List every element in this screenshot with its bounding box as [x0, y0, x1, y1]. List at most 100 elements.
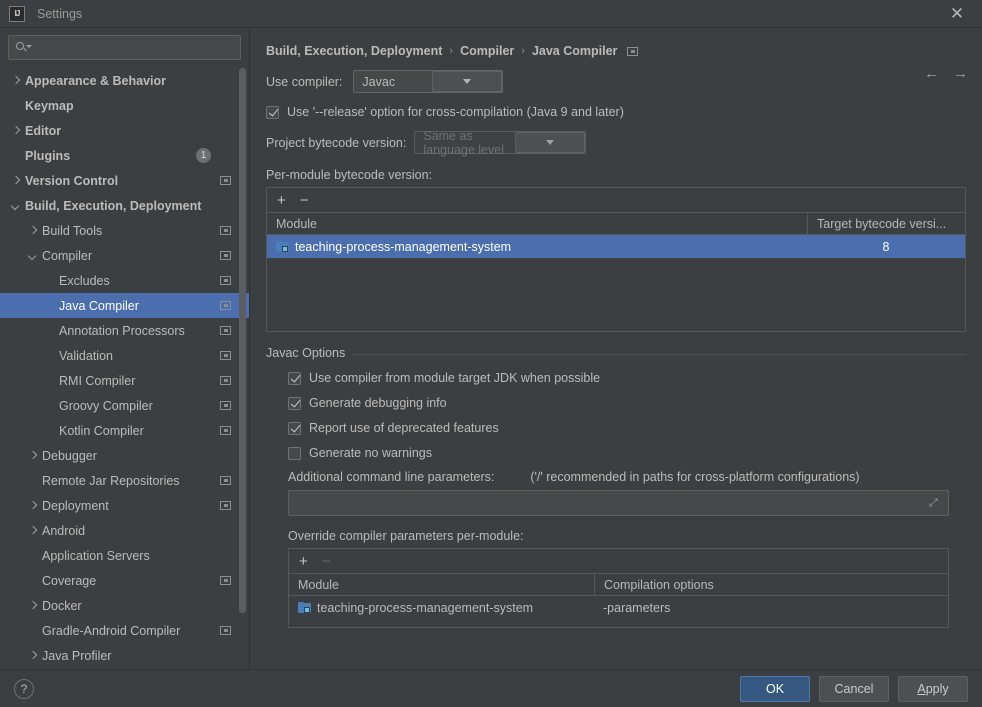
close-icon[interactable]: ✕	[942, 0, 972, 28]
use-compiler-value: Javac	[362, 74, 396, 89]
sidebar-item-groovy-compiler[interactable]: Groovy Compiler	[0, 393, 249, 418]
sidebar-item-docker[interactable]: Docker	[0, 593, 249, 618]
column-header-module[interactable]: Module	[267, 213, 807, 234]
external-link-icon[interactable]	[220, 576, 231, 585]
column-header-target-bytecode[interactable]: Target bytecode versi...	[807, 213, 965, 234]
chevron-right-icon[interactable]	[10, 175, 21, 186]
external-link-icon[interactable]	[220, 401, 231, 410]
ok-button[interactable]: OK	[740, 675, 810, 702]
sidebar-item-editor[interactable]: Editor	[0, 118, 249, 143]
external-link-icon[interactable]	[220, 626, 231, 635]
external-link-icon[interactable]	[220, 276, 231, 285]
chevron-down-icon[interactable]	[27, 250, 38, 261]
sidebar-item-appearance-behavior[interactable]: Appearance & Behavior	[0, 68, 249, 93]
sidebar-item-gradle-android-compiler[interactable]: Gradle-Android Compiler	[0, 618, 249, 643]
javac-option-row[interactable]: Generate debugging info	[288, 396, 966, 410]
additional-params-input[interactable]	[289, 496, 948, 510]
breadcrumb-item-0[interactable]: Build, Execution, Deployment	[266, 44, 442, 58]
sidebar-item-keymap[interactable]: Keymap	[0, 93, 249, 118]
forward-arrow-icon[interactable]: →	[953, 66, 968, 81]
external-link-icon[interactable]	[220, 476, 231, 485]
sidebar-item-kotlin-compiler[interactable]: Kotlin Compiler	[0, 418, 249, 443]
javac-options-title: Javac Options	[266, 346, 353, 360]
help-button[interactable]: ?	[14, 678, 34, 699]
breadcrumb-item-1[interactable]: Compiler	[460, 44, 514, 58]
use-compiler-select[interactable]: Javac	[353, 70, 504, 93]
javac-option-row[interactable]: Use compiler from module target JDK when…	[288, 371, 966, 385]
expand-icon[interactable]: ⤢	[929, 497, 940, 509]
chevron-right-icon[interactable]	[27, 225, 38, 236]
override-add-button[interactable]: +	[299, 554, 308, 569]
chevron-down-icon[interactable]	[515, 132, 586, 153]
chevron-right-icon[interactable]	[10, 75, 21, 86]
sidebar-item-java-profiler[interactable]: Java Profiler	[0, 643, 249, 666]
sidebar-item-validation[interactable]: Validation	[0, 343, 249, 368]
javac-option-checkbox[interactable]	[288, 446, 301, 460]
chevron-right-icon[interactable]	[27, 500, 38, 511]
sidebar-item-remote-jar-repositories[interactable]: Remote Jar Repositories	[0, 468, 249, 493]
javac-option-checkbox[interactable]	[288, 371, 301, 385]
chevron-right-icon[interactable]	[27, 450, 38, 461]
column-header-compilation-options[interactable]: Compilation options	[594, 574, 948, 595]
sidebar-item-application-servers[interactable]: Application Servers	[0, 543, 249, 568]
external-link-icon[interactable]	[220, 376, 231, 385]
cell-target-bytecode-version[interactable]: 8	[807, 240, 965, 254]
sidebar-item-plugins[interactable]: Plugins 1	[0, 143, 249, 168]
chevron-right-icon[interactable]	[27, 600, 38, 611]
chevron-down-icon[interactable]	[432, 71, 503, 92]
sidebar-item-version-control[interactable]: Version Control	[0, 168, 249, 193]
column-header-module[interactable]: Module	[289, 574, 594, 595]
sidebar-item-compiler[interactable]: Compiler	[0, 243, 249, 268]
release-option-checkbox[interactable]	[266, 105, 279, 119]
sidebar-item-deployment[interactable]: Deployment	[0, 493, 249, 518]
use-compiler-row: Use compiler: Javac	[266, 70, 966, 93]
external-link-icon[interactable]	[220, 251, 231, 260]
external-link-icon[interactable]	[220, 326, 231, 335]
table-row[interactable]: teaching-process-management-system -param…	[289, 596, 948, 619]
module-name: teaching-process-management-system	[317, 600, 534, 615]
sidebar-item-annotation-processors[interactable]: Annotation Processors	[0, 318, 249, 343]
cell-compilation-options[interactable]: -parameters	[594, 601, 948, 615]
override-remove-button[interactable]: −	[322, 554, 331, 569]
sidebar-item-debugger[interactable]: Debugger	[0, 443, 249, 468]
settings-tree: Appearance & Behavior Keymap Editor Plugins…	[0, 66, 249, 666]
additional-params-field[interactable]: ⤢	[288, 490, 949, 516]
sidebar-item-android[interactable]: Android	[0, 518, 249, 543]
sidebar-item-build-tools[interactable]: Build Tools	[0, 218, 249, 243]
sidebar-scrollbar[interactable]	[239, 68, 246, 636]
external-link-icon[interactable]	[220, 426, 231, 435]
sidebar-scrollbar-thumb[interactable]	[239, 68, 246, 613]
javac-option-row[interactable]: Generate no warnings	[288, 446, 966, 460]
back-arrow-icon[interactable]: ←	[924, 66, 939, 81]
chevron-right-icon[interactable]	[27, 650, 38, 661]
external-link-icon[interactable]	[220, 176, 231, 185]
search-input[interactable]	[31, 40, 240, 55]
sidebar-item-rmi-compiler[interactable]: RMI Compiler	[0, 368, 249, 393]
javac-option-row[interactable]: Report use of deprecated features	[288, 421, 966, 435]
external-link-icon[interactable]	[220, 351, 231, 360]
project-bytecode-select[interactable]: Same as language level	[414, 129, 587, 157]
external-link-icon[interactable]	[220, 501, 231, 510]
search-box[interactable]	[8, 35, 241, 60]
sidebar-item-label: Build, Execution, Deployment	[25, 198, 202, 213]
external-link-icon[interactable]	[627, 46, 639, 56]
release-option-checkbox-row[interactable]: Use '--release' option for cross-compila…	[266, 105, 966, 119]
apply-button[interactable]: Apply	[898, 675, 968, 702]
remove-module-button[interactable]: −	[300, 193, 309, 208]
sidebar-item-excludes[interactable]: Excludes	[0, 268, 249, 293]
chevron-down-icon[interactable]	[10, 200, 21, 211]
chevron-right-icon[interactable]	[10, 125, 21, 136]
add-module-button[interactable]: +	[277, 193, 286, 208]
javac-option-checkbox[interactable]	[288, 396, 301, 410]
sidebar-item-build-execution-deployment[interactable]: Build, Execution, Deployment	[0, 193, 249, 218]
external-link-icon[interactable]	[220, 301, 231, 310]
external-link-icon[interactable]	[220, 226, 231, 235]
cancel-button[interactable]: Cancel	[819, 675, 889, 702]
project-bytecode-row: Project bytecode version: Same as langua…	[266, 129, 966, 157]
chevron-right-icon[interactable]	[27, 525, 38, 536]
sidebar-item-coverage[interactable]: Coverage	[0, 568, 249, 593]
table-row[interactable]: teaching-process-management-system 8	[267, 235, 965, 258]
javac-option-checkbox[interactable]	[288, 421, 301, 435]
sidebar-item-java-compiler[interactable]: Java Compiler	[0, 293, 249, 318]
